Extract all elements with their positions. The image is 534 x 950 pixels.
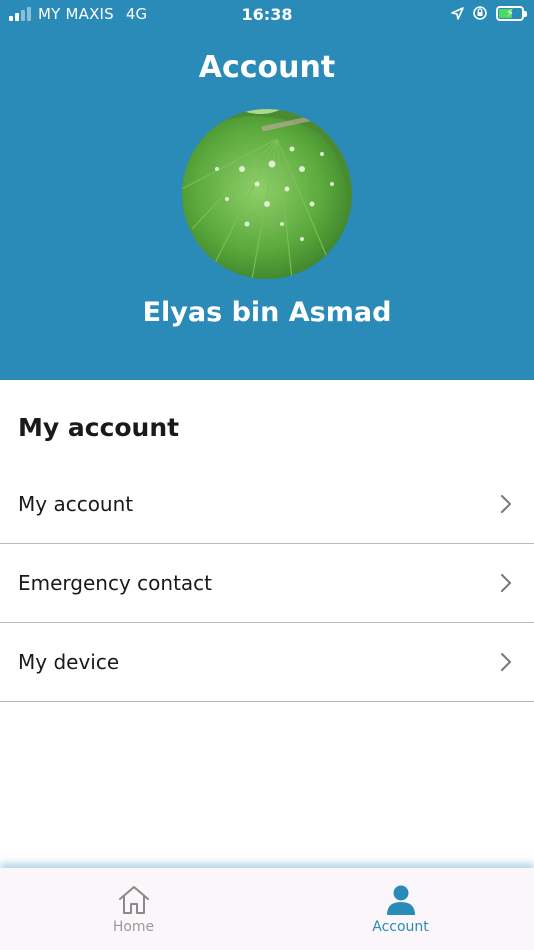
- menu-item-label: Emergency contact: [18, 571, 213, 595]
- menu-item-my-device[interactable]: My device: [0, 623, 534, 702]
- status-bar: MY MAXIS 4G 16:38 ⚡: [0, 0, 534, 30]
- account-menu-list: My account Emergency contact My device: [0, 465, 534, 702]
- chevron-right-icon: [501, 653, 511, 671]
- orientation-lock-icon: [473, 6, 487, 20]
- chevron-right-icon: [501, 574, 511, 592]
- user-name: Elyas bin Asmad: [142, 297, 392, 328]
- section-title: My account: [18, 413, 180, 442]
- status-right: ⚡: [451, 5, 527, 21]
- page-title: Account: [198, 50, 336, 85]
- menu-item-my-account[interactable]: My account: [0, 465, 534, 544]
- chevron-right-icon: [501, 495, 511, 513]
- tab-home-label: Home: [112, 919, 155, 935]
- person-icon: [386, 885, 415, 915]
- battery-icon: ⚡: [496, 5, 527, 21]
- menu-item-label: My device: [18, 650, 120, 674]
- tab-account-label: Account: [372, 919, 429, 935]
- location-icon: [451, 6, 464, 20]
- account-header: MY MAXIS 4G 16:38 ⚡ Account Elyas bin As…: [0, 0, 534, 380]
- tab-account[interactable]: Account: [267, 868, 534, 950]
- tab-home[interactable]: Home: [0, 868, 267, 950]
- menu-item-label: My account: [18, 492, 134, 516]
- bottom-tab-bar: Home Account: [0, 868, 534, 950]
- avatar[interactable]: [182, 109, 352, 279]
- menu-item-emergency-contact[interactable]: Emergency contact: [0, 544, 534, 623]
- home-icon: [118, 886, 149, 914]
